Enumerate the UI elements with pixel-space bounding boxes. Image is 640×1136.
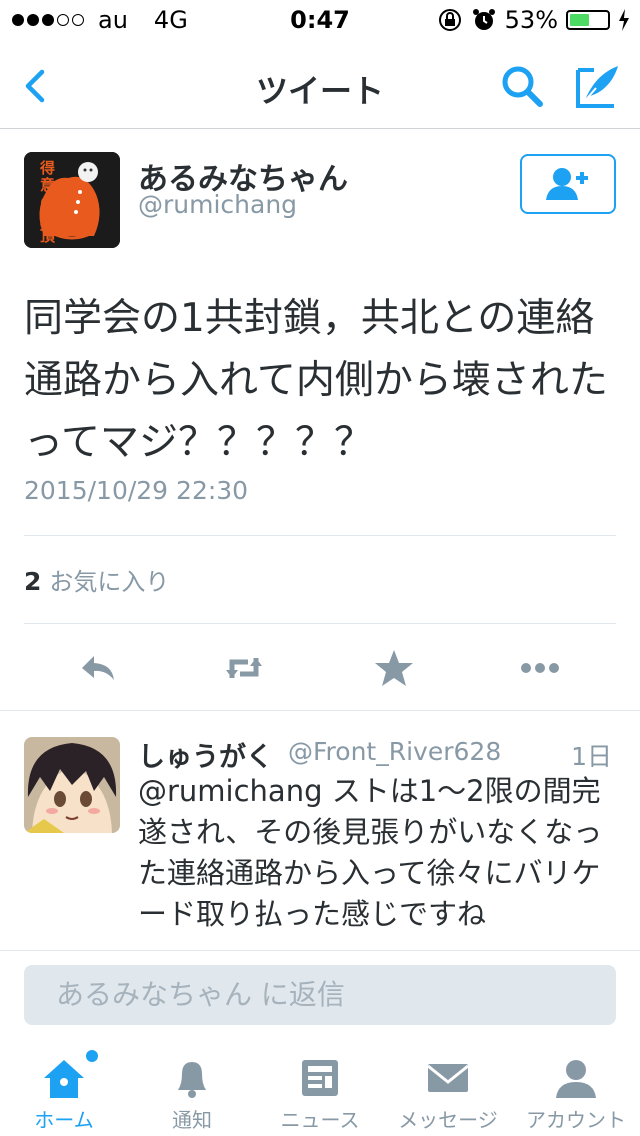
reply-author-name[interactable]: しゅうがく xyxy=(138,735,273,774)
author-handle[interactable]: @rumichang xyxy=(138,190,297,219)
reply-icon[interactable] xyxy=(76,646,120,690)
tab-label: メッセージ xyxy=(398,1108,498,1132)
navigation-bar: ツイート xyxy=(0,40,640,129)
search-icon[interactable] xyxy=(498,62,546,110)
follow-button[interactable] xyxy=(520,154,616,214)
charging-icon xyxy=(619,9,629,31)
orientation-lock-icon xyxy=(438,9,461,31)
reply-composer: あるみなちゃん に返信 xyxy=(0,950,640,1041)
status-bar: au 4G 0:47 53% xyxy=(0,0,640,40)
compose-icon[interactable] xyxy=(574,62,622,110)
avatar[interactable]: 得意の絶頂 xyxy=(24,152,120,248)
tab-account[interactable]: アカウント xyxy=(512,1040,640,1136)
favorite-icon[interactable] xyxy=(372,646,416,690)
fav-count-number: 2 xyxy=(24,567,42,596)
bell-icon xyxy=(178,1062,206,1098)
tab-home[interactable]: ホーム xyxy=(0,1040,128,1136)
avatar-text: 得意の絶頂 xyxy=(40,159,56,245)
tweet-timestamp: 2015/10/29 22:30 xyxy=(24,476,249,505)
favorites-count[interactable]: 2 お気に入り xyxy=(24,562,169,597)
avatar-illustration xyxy=(24,737,120,833)
avatar-illustration xyxy=(24,152,120,248)
divider xyxy=(24,535,616,536)
reply-author-handle[interactable]: @Front_River628 xyxy=(288,737,501,766)
person-icon xyxy=(556,1060,596,1098)
envelope-icon xyxy=(427,1064,469,1092)
tab-bar: ホーム 通知 ニュース メッセージ アカウント xyxy=(0,1040,640,1136)
reply-text: @rumichang ストは1〜2限の間完遂され、その後見張りがいなくなった連絡… xyxy=(138,774,603,931)
avatar[interactable] xyxy=(24,737,120,833)
tab-news[interactable]: ニュース xyxy=(256,1040,384,1136)
reply-timestamp: 1日 xyxy=(571,742,612,771)
news-icon xyxy=(302,1060,338,1096)
tab-label: ホーム xyxy=(34,1108,94,1132)
reply-tweet[interactable]: しゅうがく @Front_River628 1日 @rumichang ストは1… xyxy=(0,710,640,931)
tab-label: 通知 xyxy=(172,1108,212,1132)
tab-notifications[interactable]: 通知 xyxy=(128,1040,256,1136)
retweet-icon[interactable] xyxy=(222,646,266,690)
status-right: 53% xyxy=(437,6,630,34)
tab-label: ニュース xyxy=(280,1108,360,1132)
reply-input[interactable]: あるみなちゃん に返信 xyxy=(24,965,616,1025)
notification-dot xyxy=(86,1050,98,1062)
tweet-text: 同学会の1共封鎖，共北との連絡通路から入れて内側から壊されたってマジ？？？？？ xyxy=(24,296,608,465)
tweet-actions xyxy=(0,624,640,710)
fav-label: お気に入り xyxy=(49,568,170,596)
tab-label: アカウント xyxy=(526,1108,626,1132)
battery-icon xyxy=(566,10,610,30)
add-user-icon xyxy=(546,168,588,200)
tweet-header: 得意の絶頂 あるみなちゃん @rumichang xyxy=(24,152,616,252)
more-icon[interactable] xyxy=(518,646,562,690)
home-icon xyxy=(44,1060,84,1098)
alarm-icon xyxy=(472,9,495,30)
battery-percent: 53% xyxy=(504,6,558,34)
tab-messages[interactable]: メッセージ xyxy=(384,1040,512,1136)
